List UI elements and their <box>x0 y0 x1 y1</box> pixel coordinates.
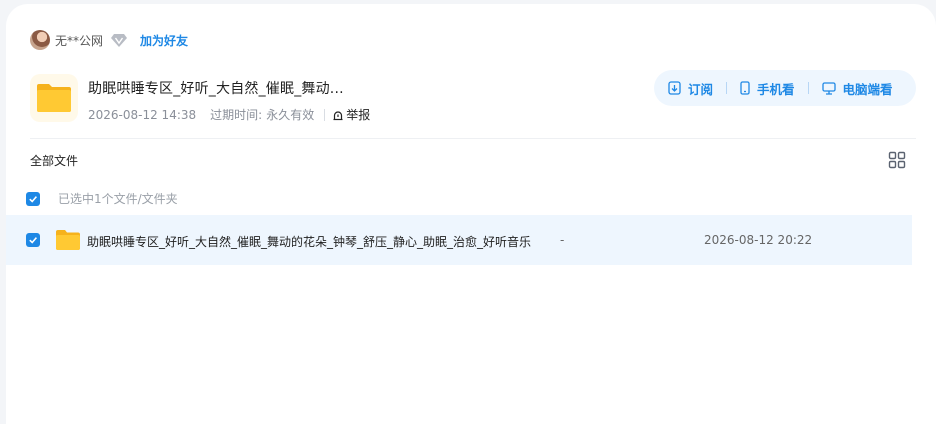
subscribe-button[interactable]: 订阅 <box>668 79 713 98</box>
pc-view-button[interactable]: 电脑端看 <box>821 79 893 98</box>
pc-view-label: 电脑端看 <box>842 81 893 97</box>
username[interactable]: 无**公网 <box>55 32 103 49</box>
share-header: 助眠哄睡专区_好听_大自然_催眠_舞动... 2026-08-12 14:38 … <box>30 74 370 123</box>
diamond-icon <box>110 31 128 49</box>
header-divider <box>30 138 916 139</box>
select-all-row: 已选中1个文件/文件夹 <box>26 190 178 207</box>
share-title: 助眠哄睡专区_好听_大自然_催眠_舞动... <box>88 81 344 97</box>
selected-count: 已选中1个文件/文件夹 <box>58 192 178 206</box>
alarm-icon <box>333 110 343 120</box>
expire-label: 过期时间: <box>210 108 263 122</box>
file-size: - <box>560 233 565 247</box>
folder-icon <box>56 230 80 250</box>
file-modified-time: 2026-08-12 20:22 <box>704 233 813 247</box>
avatar[interactable] <box>30 30 50 50</box>
report-button[interactable]: 举报 <box>332 106 370 123</box>
action-divider <box>807 82 809 94</box>
subscribe-icon <box>668 81 681 95</box>
phone-icon <box>740 81 750 95</box>
subscribe-label: 订阅 <box>688 81 714 97</box>
table-row[interactable]: 助眠哄睡专区_好听_大自然_催眠_舞动的花朵_钟琴_舒压_静心_助眠_治愈_好听… <box>6 215 912 265</box>
created-time: 2026-08-12 14:38 <box>88 107 197 122</box>
add-friend-link[interactable]: 加为好友 <box>140 32 188 49</box>
monitor-icon <box>821 81 836 95</box>
breadcrumb-all-files[interactable]: 全部文件 <box>30 152 78 169</box>
share-meta: 2026-08-12 14:38 过期时间: 永久有效 举报 <box>88 106 370 123</box>
select-all-checkbox[interactable] <box>26 191 40 206</box>
share-card: 无**公网 加为好友 助眠哄睡专区_好听_大自然_催眠_舞动... 2026-0… <box>6 4 936 424</box>
row-checkbox[interactable] <box>26 233 40 247</box>
check-icon <box>29 237 38 244</box>
check-icon <box>29 195 38 203</box>
expire-value: 永久有效 <box>266 108 315 122</box>
view-actions: 订阅 手机看 电脑端看 <box>654 70 916 106</box>
phone-view-label: 手机看 <box>757 81 795 97</box>
file-name[interactable]: 助眠哄睡专区_好听_大自然_催眠_舞动的花朵_钟琴_舒压_静心_助眠_治愈_好听… <box>87 233 531 250</box>
user-row: 无**公网 加为好友 <box>30 30 188 50</box>
meta-divider <box>324 108 326 121</box>
folder-icon <box>30 74 78 122</box>
phone-view-button[interactable]: 手机看 <box>740 79 795 98</box>
action-divider <box>726 82 728 94</box>
grid-view-icon[interactable] <box>888 151 906 169</box>
report-label: 举报 <box>346 108 371 122</box>
